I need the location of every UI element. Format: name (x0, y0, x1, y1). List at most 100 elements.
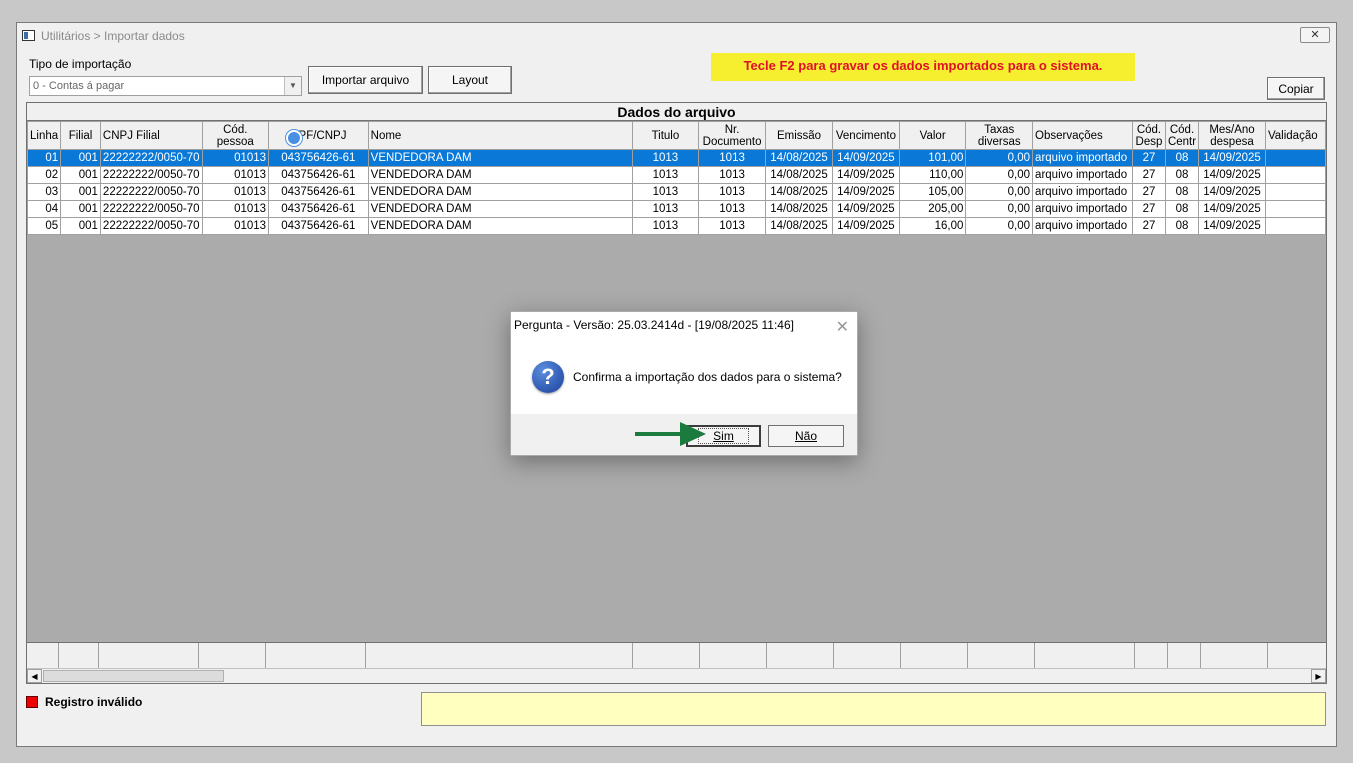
column-header[interactable]: Mes/Ano despesa (1198, 121, 1266, 150)
table-cell[interactable]: 1013 (698, 166, 767, 184)
table-row[interactable]: 05 001 22222222/0050-70 01013 043756426-61 VE… (26, 217, 1327, 235)
table-row[interactable]: 01 001 22222222/0050-70 01013 043756426-61 VE… (26, 149, 1327, 167)
column-header[interactable]: Taxas diversas (965, 121, 1034, 150)
table-cell[interactable]: 01013 (201, 166, 270, 184)
table-cell[interactable]: 14/08/2025 (765, 149, 833, 167)
table-cell[interactable]: 110,00 (898, 166, 967, 184)
table-cell[interactable] (1264, 200, 1327, 218)
table-cell[interactable]: 08 (1164, 200, 1200, 218)
table-cell[interactable]: 14/08/2025 (765, 200, 833, 218)
column-header[interactable]: Validação (1264, 121, 1327, 150)
table-cell[interactable]: 14/08/2025 (765, 217, 833, 235)
scroll-thumb[interactable] (43, 670, 224, 682)
column-header[interactable]: Titulo (631, 121, 700, 150)
table-cell[interactable]: 101,00 (898, 149, 967, 167)
table-cell[interactable]: 27 (1131, 200, 1166, 218)
table-cell[interactable]: arquivo importado (1032, 183, 1133, 201)
column-header[interactable]: Valor (898, 121, 967, 150)
table-cell[interactable]: 14/08/2025 (765, 183, 833, 201)
table-cell[interactable]: 0,00 (965, 183, 1034, 201)
no-button[interactable]: Não (768, 425, 844, 447)
table-cell[interactable]: 27 (1131, 217, 1166, 235)
table-cell[interactable]: arquivo importado (1032, 217, 1133, 235)
table-cell[interactable]: 14/09/2025 (831, 200, 900, 218)
table-cell[interactable]: 14/09/2025 (1198, 166, 1266, 184)
table-cell[interactable]: 14/08/2025 (765, 166, 833, 184)
table-cell[interactable]: 043756426-61 (268, 183, 369, 201)
table-cell[interactable]: 27 (1131, 183, 1166, 201)
table-cell[interactable]: 14/09/2025 (831, 166, 900, 184)
column-header[interactable]: Nome (367, 121, 633, 150)
table-cell[interactable]: 1013 (698, 200, 767, 218)
table-row[interactable]: 04 001 22222222/0050-70 01013 043756426-61 VE… (26, 200, 1327, 218)
table-cell[interactable]: 22222222/0050-70 (99, 200, 203, 218)
table-cell[interactable]: 14/09/2025 (1198, 149, 1266, 167)
table-cell[interactable]: VENDEDORA DAM (367, 149, 633, 167)
table-cell[interactable]: 105,00 (898, 183, 967, 201)
table-cell[interactable]: 04 (26, 200, 62, 218)
table-cell[interactable]: 14/09/2025 (831, 217, 900, 235)
table-cell[interactable]: arquivo importado (1032, 166, 1133, 184)
table-cell[interactable]: 14/09/2025 (1198, 217, 1266, 235)
table-cell[interactable]: 02 (26, 166, 62, 184)
table-cell[interactable]: 205,00 (898, 200, 967, 218)
table-cell[interactable]: 03 (26, 183, 62, 201)
table-cell[interactable]: 01 (26, 149, 62, 167)
table-cell[interactable]: 27 (1131, 166, 1166, 184)
table-cell[interactable]: 01013 (201, 183, 270, 201)
table-cell[interactable]: 08 (1164, 183, 1200, 201)
table-cell[interactable]: 1013 (631, 217, 700, 235)
table-cell[interactable]: VENDEDORA DAM (367, 200, 633, 218)
table-cell[interactable]: 043756426-61 (268, 149, 369, 167)
table-row[interactable]: 02 001 22222222/0050-70 01013 043756426-61 VE… (26, 166, 1327, 184)
table-cell[interactable]: 08 (1164, 149, 1200, 167)
table-cell[interactable]: 001 (60, 166, 101, 184)
table-cell[interactable]: 05 (26, 217, 62, 235)
table-cell[interactable]: 14/09/2025 (831, 149, 900, 167)
table-cell[interactable]: 001 (60, 149, 101, 167)
tipo-importacao-select[interactable]: 0 - Contas á pagar ▼ (29, 76, 302, 96)
column-header[interactable]: Observações (1032, 121, 1133, 150)
table-cell[interactable]: 043756426-61 (268, 166, 369, 184)
table-cell[interactable]: 22222222/0050-70 (99, 217, 203, 235)
table-cell[interactable]: 14/09/2025 (1198, 183, 1266, 201)
table-cell[interactable]: 1013 (631, 200, 700, 218)
table-cell[interactable]: 14/09/2025 (1198, 200, 1266, 218)
column-header[interactable]: Vencimento (831, 121, 900, 150)
table-cell[interactable]: 22222222/0050-70 (99, 166, 203, 184)
table-cell[interactable] (1264, 217, 1327, 235)
column-header[interactable]: Cód. Centr (1164, 121, 1200, 150)
table-cell[interactable] (1264, 166, 1327, 184)
table-cell[interactable]: 01013 (201, 149, 270, 167)
column-header[interactable]: Cód. pessoa (201, 121, 270, 150)
table-cell[interactable]: 22222222/0050-70 (99, 183, 203, 201)
table-cell[interactable] (1264, 149, 1327, 167)
column-header[interactable]: CPF/CNPJ (268, 121, 369, 150)
table-cell[interactable]: 001 (60, 217, 101, 235)
table-cell[interactable]: 0,00 (965, 200, 1034, 218)
table-cell[interactable]: arquivo importado (1032, 149, 1133, 167)
table-cell[interactable]: 001 (60, 200, 101, 218)
table-cell[interactable]: 08 (1164, 217, 1200, 235)
import-file-button[interactable]: Importar arquivo (308, 66, 423, 94)
column-header[interactable]: Linha (26, 121, 62, 150)
column-header[interactable]: Emissão (765, 121, 833, 150)
layout-button[interactable]: Layout (428, 66, 512, 94)
table-cell[interactable]: 043756426-61 (268, 200, 369, 218)
scroll-left-icon[interactable]: ◀ (27, 669, 42, 683)
table-cell[interactable]: 1013 (631, 166, 700, 184)
table-cell[interactable]: 1013 (698, 149, 767, 167)
table-cell[interactable]: 27 (1131, 149, 1166, 167)
table-cell[interactable]: 0,00 (965, 149, 1034, 167)
table-cell[interactable]: 0,00 (965, 217, 1034, 235)
column-header[interactable]: Cód. Desp (1131, 121, 1166, 150)
table-cell[interactable]: VENDEDORA DAM (367, 217, 633, 235)
table-cell[interactable]: 16,00 (898, 217, 967, 235)
horizontal-scrollbar[interactable]: ◀ ▶ (27, 668, 1326, 683)
table-cell[interactable]: 14/09/2025 (831, 183, 900, 201)
table-cell[interactable]: 1013 (631, 149, 700, 167)
table-cell[interactable]: VENDEDORA DAM (367, 183, 633, 201)
table-cell[interactable]: 01013 (201, 200, 270, 218)
table-row[interactable]: 03 001 22222222/0050-70 01013 043756426-61 VE… (26, 183, 1327, 201)
table-cell[interactable]: 1013 (698, 217, 767, 235)
